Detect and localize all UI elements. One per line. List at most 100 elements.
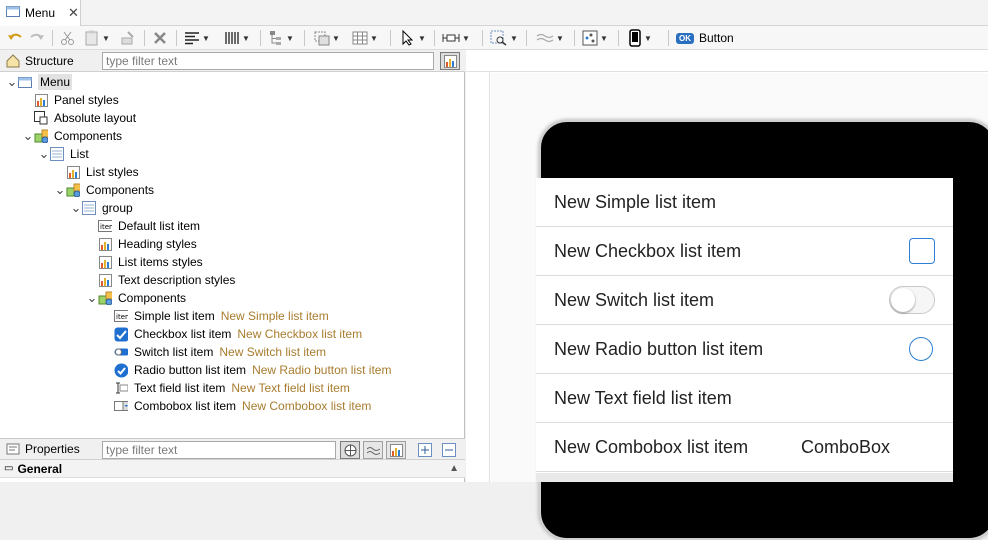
tree-item-text-field-list-item[interactable]: Text field list item New Text field list … <box>102 379 350 397</box>
chevron-down-icon[interactable]: ▼ <box>556 34 564 43</box>
structure-styles-toggle[interactable] <box>440 52 460 70</box>
structure-panel: Structure type filter text ⌄ Menu Panel st… <box>0 50 465 482</box>
chevron-down-icon[interactable]: ▼ <box>418 34 426 43</box>
button-widget-button[interactable]: OK Button <box>676 28 734 48</box>
section-collapse-icon[interactable]: ▭ <box>4 463 13 474</box>
tree-item-list[interactable]: ⌄ List <box>38 145 89 163</box>
tree-item-simple-list-item[interactable]: item Simple list item New Simple list item <box>102 307 329 325</box>
device-button[interactable]: ▼ <box>628 28 652 48</box>
expand-all-icon[interactable] <box>418 443 432 460</box>
tab-menu[interactable]: Menu ✕ <box>0 0 81 26</box>
properties-section-general[interactable]: ▭ General ▲ <box>0 460 465 478</box>
hierarchy-icon <box>270 31 281 45</box>
expand-chevron-icon[interactable]: ⌄ <box>6 75 18 88</box>
menu-file-icon <box>6 5 20 21</box>
cut-button[interactable] <box>60 28 76 48</box>
tree-item-list-items-styles[interactable]: List items styles <box>86 253 203 271</box>
tree-item-switch-list-item[interactable]: Switch list item New Switch list item <box>102 343 326 361</box>
collapse-all-icon[interactable] <box>442 443 456 460</box>
wave-icon <box>366 446 380 455</box>
chevron-down-icon[interactable]: ▼ <box>102 34 110 43</box>
structure-filter-input[interactable]: type filter text <box>102 52 434 70</box>
tree-item-heading-styles[interactable]: Heading styles <box>86 235 197 253</box>
toolbar-separator <box>482 30 483 46</box>
combobox-value[interactable]: ComboBox <box>801 437 890 458</box>
components-icon <box>98 291 112 305</box>
tab-label: Menu <box>25 6 56 20</box>
size-button[interactable]: ▼ <box>442 28 470 48</box>
chevron-down-icon[interactable]: ▼ <box>202 34 210 43</box>
chevron-down-icon[interactable]: ▼ <box>286 34 294 43</box>
tree-item-text-description-styles[interactable]: Text description styles <box>86 271 235 289</box>
tree-layout-button[interactable]: ▼ <box>268 28 294 48</box>
grid-button[interactable]: ▼ <box>352 28 378 48</box>
components-icon <box>66 183 80 197</box>
tree-item-label: Switch list item <box>134 345 214 359</box>
switch-toggle[interactable] <box>889 286 935 314</box>
tree-item-checkbox-list-item[interactable]: Checkbox list item New Checkbox list item <box>102 325 362 343</box>
toolbar-separator <box>260 30 261 46</box>
tree-item-group[interactable]: ⌄ group <box>70 199 133 217</box>
preview-combobox-list-item[interactable]: New Combobox list item ComboBox <box>536 423 953 472</box>
list-item-label: New Radio button list item <box>554 338 764 359</box>
chevron-down-icon[interactable]: ▼ <box>600 34 608 43</box>
tree-item-label: Absolute layout <box>54 111 137 125</box>
preview-textfield-list-item[interactable]: New Text field list item <box>536 374 953 423</box>
select-tool-button[interactable]: ▼ <box>400 28 426 48</box>
tree-item-components[interactable]: ⌄ Components <box>22 127 122 145</box>
tree-item-menu[interactable]: ⌄ Menu <box>6 73 73 91</box>
chevron-down-icon[interactable]: ▼ <box>462 34 470 43</box>
wave-button[interactable]: ▼ <box>536 28 564 48</box>
preview-button[interactable]: ▼ <box>582 28 608 48</box>
tree-item-radio-list-item[interactable]: Radio button list item New Radio button l… <box>102 361 391 379</box>
expand-chevron-icon[interactable]: ⌄ <box>70 201 82 214</box>
expand-chevron-icon[interactable]: ⌄ <box>22 129 34 142</box>
tree-item-components[interactable]: ⌄ Components <box>54 181 154 199</box>
paste-button[interactable]: ▼ <box>84 28 110 48</box>
redo-button[interactable] <box>28 28 46 48</box>
tree-item-absolute-layout[interactable]: Absolute layout <box>22 109 136 127</box>
radio-button[interactable] <box>909 337 933 361</box>
properties-icon <box>6 443 20 455</box>
tree-item-list-styles[interactable]: List styles <box>54 163 139 181</box>
section-title: General <box>17 461 63 476</box>
chevron-up-icon[interactable]: ▲ <box>449 463 459 474</box>
tree-item-panel-styles[interactable]: Panel styles <box>22 91 119 109</box>
expand-chevron-icon[interactable]: ⌄ <box>38 147 50 160</box>
tree-item-label: Checkbox list item <box>134 327 232 341</box>
tree-item-label: Components <box>54 129 123 143</box>
toolbar-separator <box>176 30 177 46</box>
tree-item-default-list-item[interactable]: item Default list item <box>86 217 200 235</box>
chevron-down-icon[interactable]: ▼ <box>510 34 518 43</box>
checkbox[interactable] <box>909 238 935 264</box>
toolbar-separator <box>434 30 435 46</box>
undo-button[interactable] <box>6 28 24 48</box>
align-button[interactable]: ▼ <box>184 28 210 48</box>
format-painter-button[interactable] <box>120 28 136 48</box>
close-icon[interactable]: ✕ <box>68 5 79 21</box>
preview-checkbox-list-item[interactable]: New Checkbox list item <box>536 227 953 276</box>
styles-toggle[interactable] <box>386 441 406 459</box>
chevron-down-icon[interactable]: ▼ <box>332 34 340 43</box>
expand-chevron-icon[interactable]: ⌄ <box>86 291 98 304</box>
style-chart-icon <box>443 54 457 68</box>
chevron-down-icon[interactable]: ▼ <box>242 34 250 43</box>
radio-icon <box>114 363 128 377</box>
distribute-button[interactable]: ▼ <box>224 28 250 48</box>
wave-toggle[interactable] <box>363 441 383 459</box>
container-button[interactable]: ▼ <box>314 28 340 48</box>
tree-item-label: Text description styles <box>118 273 236 287</box>
tree-item-combobox-list-item[interactable]: Combobox list item New Combobox list item <box>102 397 371 415</box>
event-toggle[interactable] <box>340 441 360 459</box>
preview-radio-list-item[interactable]: New Radio button list item <box>536 325 953 374</box>
preview-switch-list-item[interactable]: New Switch list item <box>536 276 953 325</box>
tree-item-label: List <box>70 147 89 161</box>
zoom-fit-button[interactable]: ▼ <box>490 28 518 48</box>
chevron-down-icon[interactable]: ▼ <box>370 34 378 43</box>
chevron-down-icon[interactable]: ▼ <box>644 34 652 43</box>
expand-chevron-icon[interactable]: ⌄ <box>54 183 66 196</box>
preview-simple-list-item[interactable]: New Simple list item <box>536 178 953 227</box>
properties-filter-input[interactable]: type filter text <box>102 441 336 459</box>
tree-item-components[interactable]: ⌄ Components <box>86 289 186 307</box>
delete-button[interactable] <box>152 28 168 48</box>
